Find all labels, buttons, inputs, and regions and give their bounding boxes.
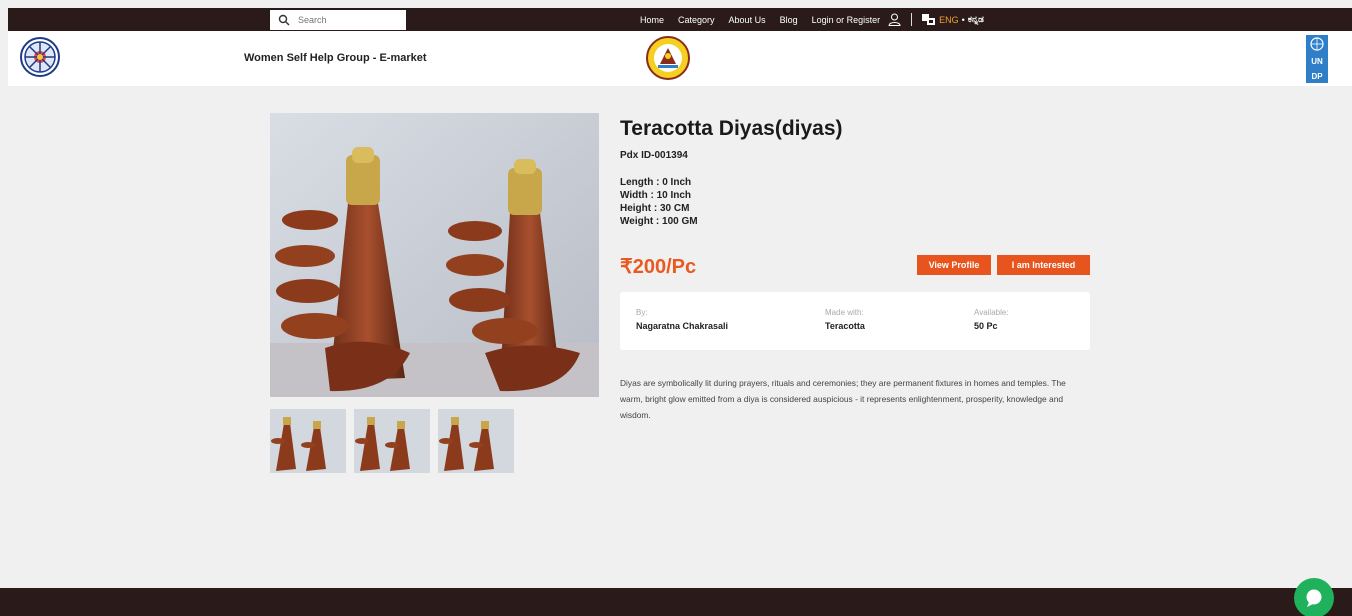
product-price: ₹200/Pc [620,256,697,278]
site-footer [0,588,1352,616]
spec-weight: Weight : 100 GM [620,216,698,227]
lang-english[interactable]: ENG [939,15,959,25]
view-profile-button[interactable]: View Profile [917,255,991,275]
un-globe-icon [1310,37,1324,51]
product-title: Teracotta Diyas(diyas) [620,117,843,140]
spec-length: Length : 0 Inch [620,177,692,188]
thumbnail-3[interactable] [438,409,514,473]
interested-button[interactable]: I am Interested [997,255,1090,275]
spec-width: Width : 10 Inch [620,190,692,201]
chat-bubble-icon [1306,589,1322,607]
spec-height: Height : 30 CM [620,203,690,214]
government-emblem[interactable] [646,34,690,82]
nav-category[interactable]: Category [678,15,715,25]
thumbnail-strip [270,409,514,473]
search-box[interactable] [270,10,406,30]
material-column: Made with: Teracotta [825,308,865,331]
nav-about-us[interactable]: About Us [729,15,766,25]
product-main-image[interactable] [270,113,599,397]
product-id: Pdx ID-001394 [620,150,688,161]
user-icon[interactable] [888,13,901,26]
undp-logo[interactable]: UN DP [1306,35,1328,83]
nav-blog[interactable]: Blog [780,15,798,25]
material-label: Made with: [825,308,864,317]
seller-name: Nagaratna Chakrasali [636,321,729,331]
lang-separator: • [961,14,965,25]
site-header: Women Self Help Group - E-market UN DP [8,31,1352,86]
mission-logo[interactable] [20,37,60,77]
product-specs: Length : 0 Inch Width : 10 Inch Height :… [620,176,698,228]
availability-column: Available: 50 Pc [974,308,1009,331]
undp-text-bottom: DP [1311,72,1323,81]
chat-button[interactable] [1294,578,1334,616]
main-nav: Home Category About Us Blog Login or Reg… [640,8,984,31]
seller-label: By: [636,308,648,317]
search-icon [278,14,290,26]
material-value: Teracotta [825,321,865,331]
nav-divider [911,13,913,26]
thumbnail-1[interactable] [270,409,346,473]
nav-login-register[interactable]: Login or Register [812,15,881,25]
lang-kannada[interactable]: ಕನ್ನಡ [968,14,984,25]
thumbnail-2[interactable] [354,409,430,473]
translate-icon [922,14,936,25]
top-bar: Home Category About Us Blog Login or Reg… [8,8,1352,31]
product-description: Diyas are symbolically lit during prayer… [620,378,1066,420]
site-title: Women Self Help Group - E-market [244,52,427,64]
search-input[interactable] [298,15,398,25]
seller-column: By: Nagaratna Chakrasali [636,308,728,331]
seller-info-card: By: Nagaratna Chakrasali Made with: Tera… [620,292,1090,350]
availability-label: Available: [974,308,1009,317]
undp-text-top: UN [1311,57,1323,66]
nav-home[interactable]: Home [640,15,664,25]
availability-value: 50 Pc [974,321,998,331]
